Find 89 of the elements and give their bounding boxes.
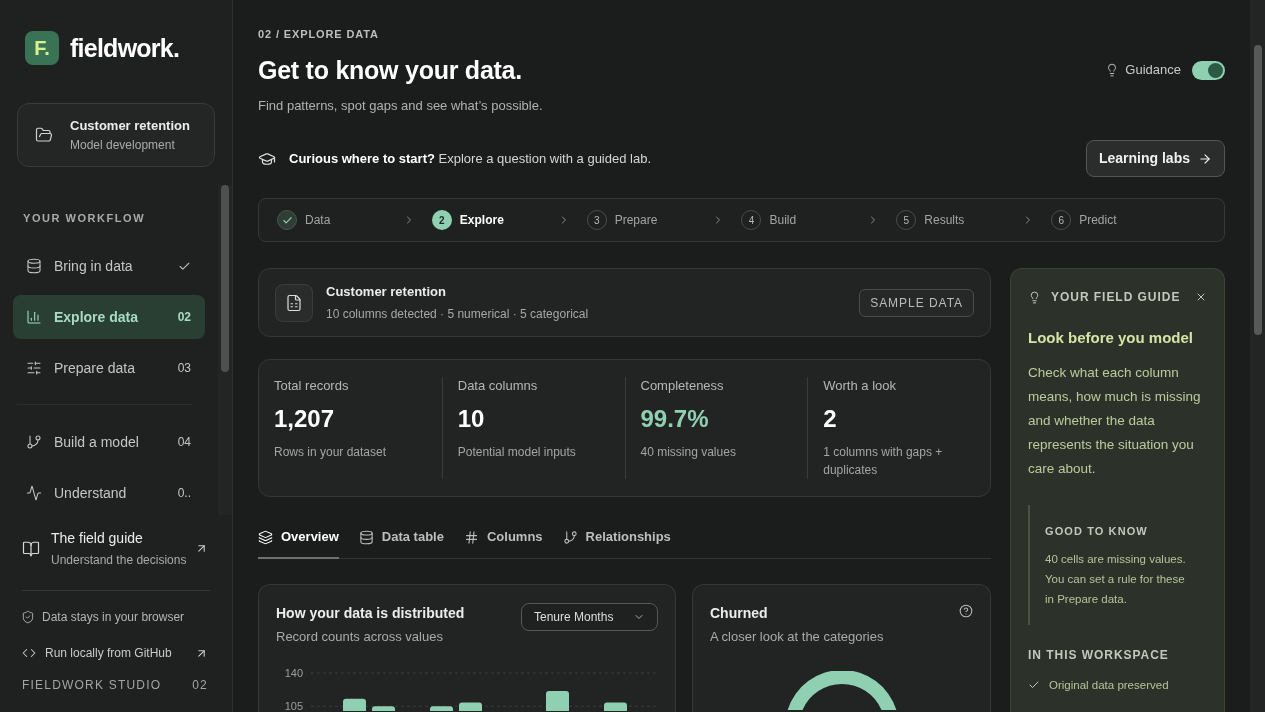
scrollbar-thumb[interactable] [221, 185, 229, 372]
field-guide-link[interactable]: The field guide Understand the decisions [0, 528, 232, 569]
prompt-text: Curious where to start? Explore a question with a guided lab. [289, 149, 651, 168]
workflow-item[interactable]: Bring in data [13, 244, 205, 288]
github-link[interactable]: Run locally from GitHub [0, 645, 232, 661]
database-icon [358, 529, 374, 545]
bar-chart-icon [26, 309, 42, 325]
y-tick-label: 140 [284, 667, 303, 679]
column-select[interactable]: Tenure Months [521, 603, 658, 631]
stat-note: 1 columns with gaps + duplicates [823, 444, 944, 479]
histogram-bar [459, 702, 482, 711]
histogram-bar [430, 706, 453, 711]
check-icon [1028, 679, 1040, 691]
project-card[interactable]: Customer retention Model development [17, 103, 215, 167]
guidance-toggle[interactable] [1192, 60, 1225, 80]
check-icon [277, 210, 297, 230]
tip-text: 40 cells are missing values. You can set a rule for these in Prepare data. [1045, 552, 1187, 607]
histogram-bar [343, 698, 366, 711]
lightbulb-icon [1028, 290, 1041, 304]
studio-label: FIELDWORK STUDIO [22, 677, 162, 693]
stat-label: Data columns [457, 377, 538, 395]
view-tab[interactable]: Columns [463, 517, 543, 559]
version-label: 02 [192, 677, 208, 693]
branch-icon [562, 529, 578, 545]
stat-note: Potential model inputs [457, 444, 576, 461]
step-tab[interactable]: 4 Build [741, 210, 797, 230]
stat-value: 2 [823, 404, 837, 434]
view-tab[interactable]: Relationships [562, 517, 671, 559]
folder-icon [35, 126, 53, 144]
page-title: Get to know your data. [258, 55, 522, 86]
close-icon[interactable] [1195, 291, 1207, 303]
database-icon [26, 258, 42, 274]
shield-check-icon [21, 610, 35, 624]
stat-label: Worth a look [823, 377, 896, 395]
branch-icon [26, 434, 42, 450]
card-subtitle: Record counts across values [276, 628, 443, 646]
step-tab[interactable]: 6 Predict [1051, 210, 1117, 230]
page-subtitle: Find patterns, spot gaps and see what’s possible. [258, 97, 543, 115]
stat-note: Rows in your dataset [274, 444, 387, 461]
spreadsheet-file-icon [275, 283, 313, 322]
workflow-item[interactable]: Prepare data 03 [13, 346, 205, 390]
workspace-heading: IN THIS WORKSPACE [1028, 647, 1169, 663]
view-tab[interactable]: Overview [258, 517, 339, 559]
step-tab[interactable]: 2 Explore [431, 210, 504, 230]
panel-heading: YOUR FIELD GUIDE [1051, 289, 1181, 306]
card-title: How your data is distributed [276, 604, 465, 623]
card-title: Churned [710, 604, 768, 623]
workspace-item: Original data preserved [1049, 678, 1169, 693]
logo-mark: F. [25, 31, 59, 65]
hash-icon [463, 529, 479, 545]
card-subtitle: A closer look at the categories [710, 628, 884, 646]
sliders-icon [26, 360, 42, 376]
stat-note: 40 missing values [640, 444, 736, 461]
step-number: 2 [431, 210, 452, 230]
step-tab[interactable]: Data [277, 210, 331, 230]
step-tab[interactable]: 5 Results [896, 210, 965, 230]
tip-heading: GOOD TO KNOW [1045, 524, 1148, 539]
section-heading: YOUR WORKFLOW [22, 211, 147, 226]
pulse-icon [26, 485, 42, 501]
histogram-bar [546, 691, 569, 711]
workflow-item[interactable]: Explore data 02 [13, 295, 205, 339]
learning-labs-button[interactable]: Learning labs [1085, 140, 1225, 177]
sample-data-badge: SAMPLE DATA [859, 288, 974, 317]
dataset-title: Customer retention [326, 283, 446, 301]
layers-icon [258, 529, 273, 545]
stat-label: Completeness [640, 377, 724, 395]
arrow-up-right-icon [195, 542, 208, 555]
guide-text: Check what each column means, how much is missing and whether the data represents the situation you care about. [1028, 364, 1202, 478]
histogram-bar [372, 706, 395, 711]
scrollbar-thumb[interactable] [1253, 45, 1262, 335]
view-tab[interactable]: Data table [358, 517, 444, 559]
step-tab[interactable]: 3 Prepare [586, 210, 658, 230]
book-icon [22, 539, 40, 558]
help-icon[interactable] [959, 604, 973, 618]
stat-value: 1,207 [274, 404, 335, 434]
logo-wordmark: fieldwork. [70, 33, 180, 64]
code-icon [22, 646, 36, 660]
stat-label: Total records [274, 377, 349, 395]
histogram-bar [604, 702, 627, 711]
stat-value: 10 [457, 404, 485, 434]
guidance-label: Guidance [1125, 61, 1181, 80]
breadcrumb: 02 / EXPLORE DATA [258, 27, 379, 42]
workflow-item[interactable]: Understand 0.. [13, 471, 205, 515]
guide-title: Look before you model [1028, 328, 1193, 348]
privacy-note: Data stays in your browser [42, 609, 185, 626]
stat-value: 99.7% [640, 404, 709, 434]
dataset-meta: 10 columns detected · 5 numerical · 5 categorical [326, 306, 589, 322]
y-tick-label: 105 [284, 700, 303, 711]
workflow-item[interactable]: Build a model 04 [13, 420, 205, 464]
